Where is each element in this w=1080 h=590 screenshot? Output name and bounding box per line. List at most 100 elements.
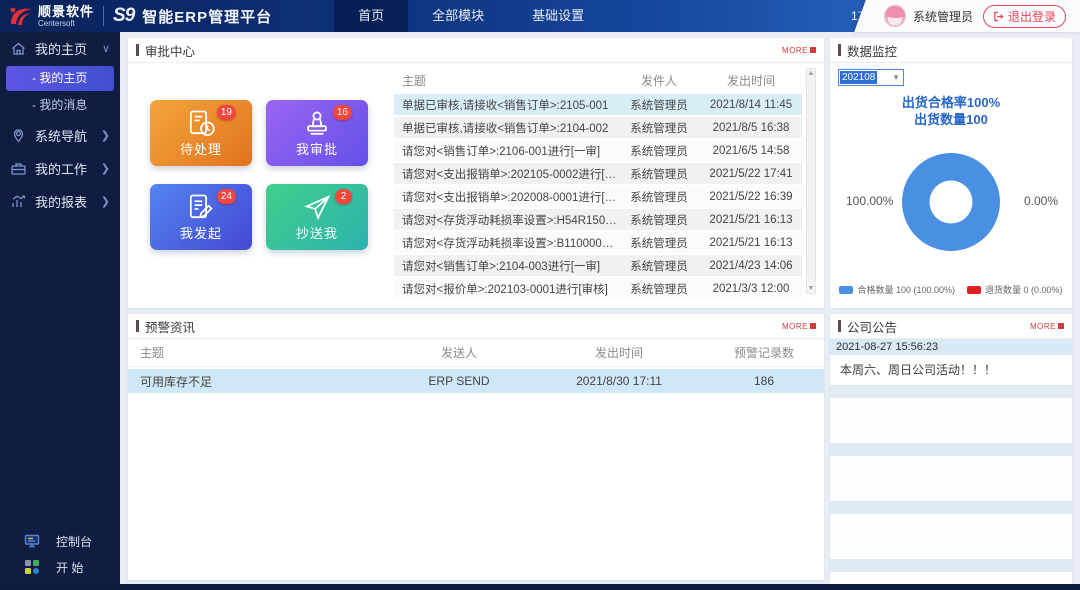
alert-row[interactable]: 可用库存不足ERP SEND2021/8/30 17:11186 <box>128 369 824 393</box>
user-name: 系统管理员 <box>913 8 973 25</box>
table-row[interactable]: 请您对<支出报销单>:202105-0002进行[审核]系统管理员2021/5/… <box>394 163 802 184</box>
console-label: 控制台 <box>56 533 92 550</box>
tab-settings[interactable]: 基础设置 <box>508 0 608 32</box>
ship-qty-label: 出货数量100 <box>830 111 1072 128</box>
col-sender: 发件人 <box>618 72 700 89</box>
avatar[interactable] <box>884 5 906 27</box>
count-badge: 24 <box>217 189 236 204</box>
table-row[interactable]: 请您对<销售订单>:2104-003进行[一审]系统管理员2021/4/23 1… <box>394 255 802 276</box>
announcement-empty-slot <box>830 443 1072 501</box>
product-title: 智能ERP管理平台 <box>142 6 272 27</box>
cell-sender: 系统管理员 <box>618 258 700 274</box>
scroll-up-icon[interactable]: ▲ <box>808 70 815 77</box>
period-select[interactable]: 202108 ▼ <box>838 69 904 86</box>
sidebar-item-label: 我的工作 <box>35 159 87 178</box>
chart-legend: 合格数量 100 (100.00%)退货数量 0 (0.00%) <box>830 283 1072 296</box>
erp-dashboard: 顺景软件 Centersoft S9 智能ERP管理平台 首页全部模块基础设置 … <box>0 0 1080 590</box>
approval-more-link[interactable]: MORE <box>782 46 816 55</box>
title-accent-bar <box>136 320 139 332</box>
legend-item: 合格数量 100 (100.00%) <box>839 283 955 296</box>
cell-time: 2021/4/23 14:06 <box>700 260 802 272</box>
cell-subject: 请您对<销售订单>:2106-001进行[一审] <box>394 143 618 159</box>
tile-pending[interactable]: 待处理 19 <box>150 100 252 166</box>
company-name: 顺景软件 <box>38 5 94 18</box>
cell-sender: 系统管理员 <box>618 212 700 228</box>
tile-label: 抄送我 <box>296 223 338 242</box>
cell-subject: 请您对<存货浮动耗损率设置>:H54R15006002进行[审核] <box>394 212 618 228</box>
sidebar-item-mywork[interactable]: 我的工作❯ <box>0 152 120 185</box>
sidebar-item-label: 我的主页 <box>35 39 87 58</box>
sidebar-item-start[interactable]: 开 始 <box>0 554 120 580</box>
cell-time: 2021/5/21 16:13 <box>700 237 802 249</box>
monitor-summary: 出货合格率100% 出货数量100 <box>830 94 1072 128</box>
chevron-right-icon: ❯ <box>101 195 110 208</box>
bottom-strip <box>0 584 1080 590</box>
pass-rate-label: 出货合格率100% <box>830 94 1072 111</box>
table-row[interactable]: 请您对<销售订单>:2106-001进行[一审]系统管理员2021/6/5 14… <box>394 140 802 161</box>
cell-sender: 系统管理员 <box>618 235 700 251</box>
table-row[interactable]: 单据已审核,请接收<销售订单>:2104-002系统管理员2021/8/5 16… <box>394 117 802 138</box>
table-row[interactable]: 请您对<存货浮动耗损率设置>:H54R15006002进行[审核]系统管理员20… <box>394 209 802 230</box>
alerts-more-link[interactable]: MORE <box>782 322 816 331</box>
col-subject: 主题 <box>128 344 384 361</box>
tile-initiated[interactable]: 我发起24 <box>150 184 252 250</box>
tile-approve[interactable]: 我审批16 <box>266 100 368 166</box>
logout-button[interactable]: 退出登录 <box>983 5 1066 28</box>
legend-swatch <box>967 286 981 294</box>
alerts-title: 预警资讯 <box>145 317 195 336</box>
cell-time: 2021/8/30 17:11 <box>534 374 704 388</box>
col-subject: 主题 <box>394 72 618 89</box>
announcement-item[interactable]: 2021-08-27 15:56:23本周六、周日公司活动！！！ <box>830 339 1072 385</box>
data-monitor-panel: 数据监控 202108 ▼ 出货合格率100% 出货数量100 100.00% … <box>830 38 1072 308</box>
cell-subject: 请您对<存货浮动耗损率设置>:B11000001进行[审核] <box>394 235 618 251</box>
myreport-icon <box>10 193 27 210</box>
tile-label: 待处理 <box>180 139 222 158</box>
table-row[interactable]: 请您对<支出报销单>:202008-0001进行[审核]系统管理员2021/5/… <box>394 186 802 207</box>
cell-subject: 单据已审核,请接收<销售订单>:2105-001 <box>394 97 618 113</box>
cell-sender: 系统管理员 <box>618 143 700 159</box>
cell-subject: 请您对<报价单>:202103-0001进行[审核] <box>394 281 618 297</box>
announcement-date-empty <box>830 385 1072 398</box>
alerts-table-header: 主题发送人发出时间预警记录数 <box>128 339 824 367</box>
cell-time: 2021/5/22 16:39 <box>700 191 802 203</box>
data-monitor-title: 数据监控 <box>847 41 897 60</box>
donut-hole <box>930 181 973 224</box>
announcements-more-link[interactable]: MORE <box>1030 322 1064 331</box>
approval-table-scrollbar[interactable]: ▲▼ <box>806 68 816 294</box>
announcement-empty-slot <box>830 501 1072 559</box>
pending-icon <box>187 109 215 137</box>
col-time: 发出时间 <box>534 344 704 361</box>
sidebar-item-myhome[interactable]: 我的主页∨ <box>0 32 120 65</box>
start-icon <box>24 559 40 575</box>
sidebar-subitem-我的消息[interactable]: - 我的消息 <box>0 92 120 119</box>
company-logo-icon <box>8 4 34 28</box>
sidebar-item-myreport[interactable]: 我的报表❯ <box>0 185 120 218</box>
approval-center-header: 审批中心 MORE <box>128 38 824 63</box>
console-icon <box>24 533 40 549</box>
scroll-down-icon[interactable]: ▼ <box>808 285 815 292</box>
logout-icon <box>993 11 1004 22</box>
company-name-en: Centersoft <box>38 20 94 28</box>
alerts-header: 预警资讯 MORE <box>128 314 824 339</box>
table-row[interactable]: 请您对<报价单>:202103-0001进行[审核]系统管理员2021/3/3 … <box>394 278 802 299</box>
sidebar-item-console[interactable]: 控制台 <box>0 528 120 554</box>
tab-modules[interactable]: 全部模块 <box>408 0 508 32</box>
sidebar: 我的主页∨- 我的主页- 我的消息系统导航❯我的工作❯我的报表❯ 控制台 开 始 <box>0 32 120 590</box>
cell-time: 2021/6/5 14:58 <box>700 145 802 157</box>
table-row[interactable]: 请您对<存货浮动耗损率设置>:B11000001进行[审核]系统管理员2021/… <box>394 232 802 253</box>
cell-subject: 请您对<支出报销单>:202105-0002进行[审核] <box>394 166 618 182</box>
tile-cc[interactable]: 抄送我2 <box>266 184 368 250</box>
more-icon <box>810 323 816 329</box>
announcement-date-empty <box>830 443 1072 456</box>
cell-subject: 请您对<销售订单>:2104-003进行[一审] <box>394 258 618 274</box>
count-badge: 19 <box>217 105 236 120</box>
cell-sender: 系统管理员 <box>618 97 700 113</box>
announcement-content-empty <box>830 456 1072 501</box>
announcements-header: 公司公告 MORE <box>830 314 1072 339</box>
sidebar-subitem-我的主页[interactable]: - 我的主页 <box>6 66 114 91</box>
tab-home[interactable]: 首页 <box>334 0 408 32</box>
sidebar-item-sysnav[interactable]: 系统导航❯ <box>0 119 120 152</box>
sidebar-bottom: 控制台 开 始 <box>0 528 120 580</box>
title-accent-bar <box>838 44 841 56</box>
table-row[interactable]: 单据已审核,请接收<销售订单>:2105-001系统管理员2021/8/14 1… <box>394 94 802 115</box>
